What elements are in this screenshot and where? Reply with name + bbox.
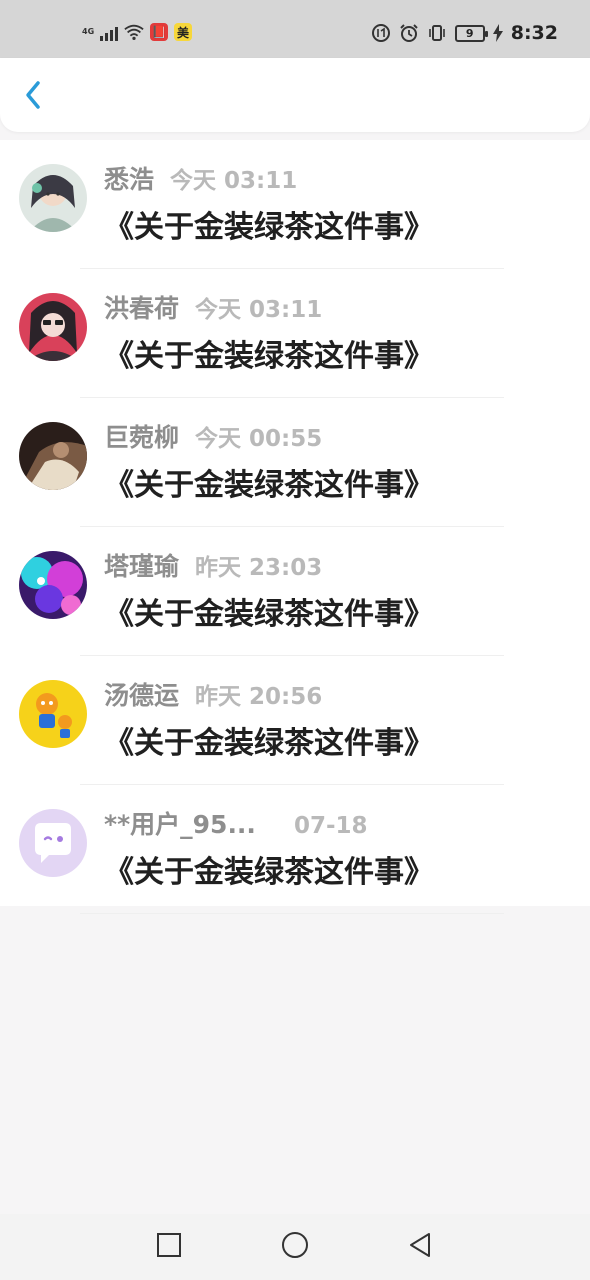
circle-icon	[281, 1231, 309, 1263]
message-meta: 塔瑾瑜 昨天 23:03	[104, 547, 322, 583]
sender-name: 汤德运	[104, 681, 180, 710]
charging-icon	[492, 23, 503, 43]
sender-name: **用户_95...	[104, 810, 256, 839]
vibrate-icon	[427, 23, 447, 43]
list-item[interactable]: 洪春荷 今天 03:11 《关于金装绿茶这件事》	[0, 269, 590, 398]
red-app-icon: 📕	[150, 23, 168, 41]
divider	[80, 913, 504, 914]
message-list: 悉浩 今天 03:11 《关于金装绿茶这件事》 洪春荷 今天 03:11 《关于…	[0, 140, 590, 914]
system-nav-bar	[0, 1214, 590, 1280]
avatar[interactable]	[19, 422, 87, 490]
sender-name: 巨菀柳	[104, 423, 180, 452]
home-button[interactable]	[280, 1232, 310, 1262]
message-text: 《关于金装绿茶这件事》	[104, 339, 434, 374]
top-bar	[0, 58, 590, 132]
message-time: 今天 03:11	[170, 168, 298, 194]
avatar[interactable]	[19, 293, 87, 361]
signal-icon	[100, 23, 118, 41]
avatar[interactable]	[19, 164, 87, 232]
network-type: 4G	[82, 27, 95, 36]
message-meta: 悉浩 今天 03:11	[104, 160, 297, 196]
message-time: 今天 00:55	[195, 426, 323, 452]
sender-name: 塔瑾瑜	[104, 552, 180, 581]
avatar[interactable]	[19, 551, 87, 619]
list-item[interactable]: 汤德运 昨天 20:56 《关于金装绿茶这件事》	[0, 656, 590, 785]
avatar[interactable]	[19, 680, 87, 748]
sender-name: 洪春荷	[104, 294, 180, 323]
back-button[interactable]	[18, 80, 48, 114]
list-item[interactable]: 巨菀柳 今天 00:55 《关于金装绿茶这件事》	[0, 398, 590, 527]
meituan-app-icon: 美	[174, 23, 192, 41]
avatar[interactable]	[19, 809, 87, 877]
message-text: 《关于金装绿茶这件事》	[104, 210, 434, 245]
message-time: 昨天 20:56	[195, 684, 323, 710]
chevron-left-icon	[24, 80, 42, 114]
battery-icon: 9	[454, 24, 488, 42]
message-time: 昨天 23:03	[195, 555, 323, 581]
message-time: 07-18	[293, 813, 368, 839]
status-right-group: 9 8:32	[371, 22, 558, 44]
message-meta: **用户_95... 07-18	[104, 805, 368, 841]
status-left-group: 4G 📕 美	[82, 22, 192, 42]
list-item[interactable]: 塔瑾瑜 昨天 23:03 《关于金装绿茶这件事》	[0, 527, 590, 656]
list-item[interactable]: **用户_95... 07-18 《关于金装绿茶这件事》	[0, 785, 590, 914]
message-text: 《关于金装绿茶这件事》	[104, 597, 434, 632]
list-item[interactable]: 悉浩 今天 03:11 《关于金装绿茶这件事》	[0, 140, 590, 269]
clock: 8:32	[510, 22, 558, 44]
message-text: 《关于金装绿茶这件事》	[104, 726, 434, 761]
data-saver-icon	[371, 23, 391, 43]
back-nav-button[interactable]	[405, 1232, 435, 1262]
square-icon	[156, 1232, 182, 1262]
message-meta: 巨菀柳 今天 00:55	[104, 418, 322, 454]
wifi-icon	[124, 22, 144, 42]
message-meta: 洪春荷 今天 03:11	[104, 289, 322, 325]
message-meta: 汤德运 昨天 20:56	[104, 676, 322, 712]
sender-name: 悉浩	[104, 165, 155, 194]
recent-apps-button[interactable]	[154, 1232, 184, 1262]
message-time: 今天 03:11	[195, 297, 323, 323]
alarm-icon	[399, 23, 419, 43]
message-text: 《关于金装绿茶这件事》	[104, 468, 434, 503]
triangle-back-icon	[407, 1231, 433, 1263]
status-bar: 4G 📕 美 9 8:32	[0, 0, 590, 58]
message-text: 《关于金装绿茶这件事》	[104, 855, 434, 890]
